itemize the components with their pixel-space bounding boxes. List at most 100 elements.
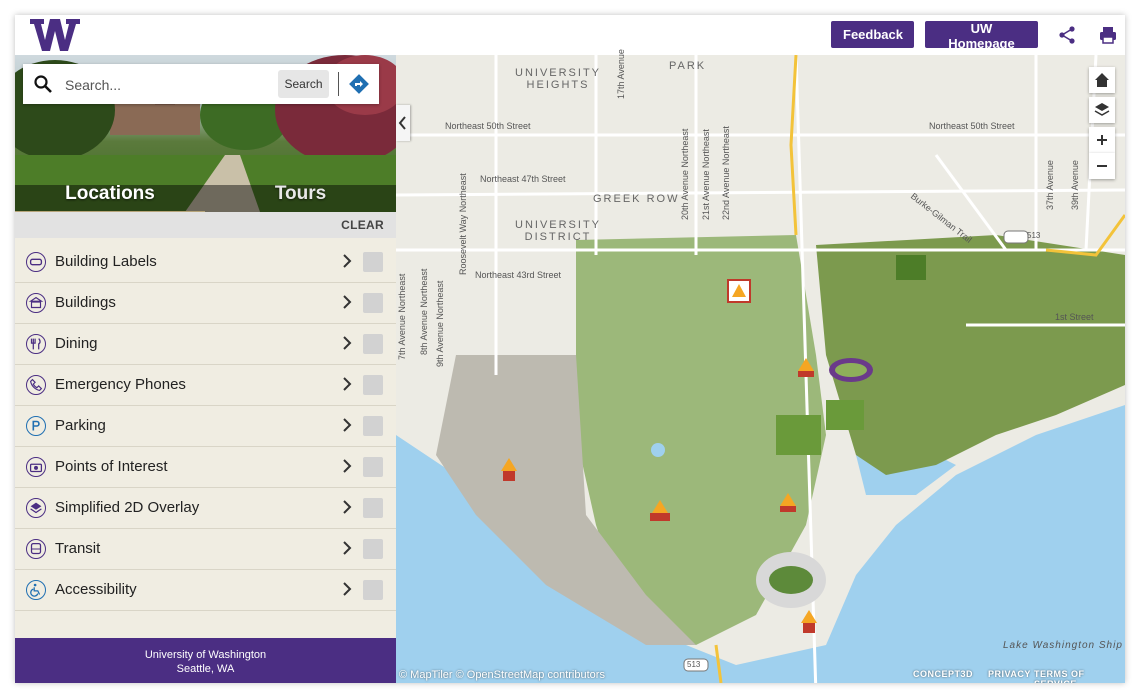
label-icon <box>26 252 46 272</box>
category-label: Transit <box>55 540 101 557</box>
sidebar-panel: Search Locations Tours CLEAR Building La… <box>15 55 396 683</box>
map-label-greek-row: GREEK ROW <box>593 193 680 205</box>
layers-icon <box>1094 103 1110 116</box>
map-attribution[interactable]: © MapTiler © OpenStreetMap contributors <box>399 669 605 681</box>
collapse-panel-button[interactable] <box>396 105 410 141</box>
building-icon <box>26 293 46 313</box>
category-label: Dining <box>55 335 98 352</box>
category-dining[interactable]: Dining <box>15 324 396 365</box>
chevron-right-icon[interactable] <box>341 416 353 434</box>
map-label-ave8: 8th Avenue Northeast <box>419 268 429 355</box>
phone-icon <box>26 375 46 395</box>
category-checkbox[interactable] <box>363 375 383 395</box>
category-transit[interactable]: Transit <box>15 529 396 570</box>
tab-locations[interactable]: Locations <box>15 183 205 212</box>
map-marker[interactable] <box>727 279 751 303</box>
map-label-roosevelt: Roosevelt Way Northeast <box>458 173 468 275</box>
category-building-labels[interactable]: Building Labels <box>15 242 396 283</box>
home-view-button[interactable] <box>1089 67 1115 93</box>
clear-button[interactable]: CLEAR <box>341 218 384 232</box>
layers-button[interactable] <box>1089 97 1115 123</box>
overlay-icon <box>26 498 46 518</box>
sidebar-footer: University of Washington Seattle, WA <box>15 638 396 683</box>
print-icon[interactable] <box>1098 25 1118 45</box>
concept3d-logo[interactable]: CONCEPT3D <box>913 669 973 679</box>
chevron-right-icon[interactable] <box>341 293 353 311</box>
category-checkbox[interactable] <box>363 580 383 600</box>
category-buildings[interactable]: Buildings <box>15 283 396 324</box>
terms-link[interactable]: TERMS OF SERVICE <box>1034 669 1125 683</box>
map-canvas[interactable] <box>396 55 1125 683</box>
map-label-ave37: 37th Avenue <box>1045 160 1055 210</box>
map-label-lake: Lake Washington Ship <box>1003 640 1123 651</box>
zoom-out-button[interactable] <box>1089 153 1115 179</box>
map-label-ne47: Northeast 47th Street <box>480 174 566 184</box>
chevron-right-icon[interactable] <box>341 539 353 557</box>
app-window: Feedback UW Homepage Search... Search Lo… <box>15 15 1125 683</box>
category-label: Building Labels <box>55 253 157 270</box>
map-label-ave20: 20th Avenue Northeast <box>680 128 690 220</box>
home-icon <box>1095 73 1109 87</box>
search-button[interactable]: Search <box>278 70 329 98</box>
chevron-right-icon[interactable] <box>341 498 353 516</box>
chevron-left-icon <box>398 116 406 130</box>
category-checkbox[interactable] <box>363 252 383 272</box>
uw-logo[interactable] <box>29 17 81 53</box>
map-label-university-heights: UNIVERSITY HEIGHTS <box>515 67 602 91</box>
search-icon <box>34 75 52 93</box>
chevron-right-icon[interactable] <box>341 252 353 270</box>
privacy-link[interactable]: PRIVACY <box>988 669 1031 679</box>
chevron-right-icon[interactable] <box>341 375 353 393</box>
feedback-button[interactable]: Feedback <box>831 21 914 48</box>
parking-icon <box>26 416 46 436</box>
share-icon[interactable] <box>1057 25 1077 45</box>
category-label: Parking <box>55 417 106 434</box>
map-label-ne50-right: Northeast 50th Street <box>929 121 1015 131</box>
category-label: Points of Interest <box>55 458 168 475</box>
category-checkbox[interactable] <box>363 457 383 477</box>
map-label-ave21: 21st Avenue Northeast <box>701 129 711 220</box>
category-label: Buildings <box>55 294 116 311</box>
directions-icon[interactable] <box>348 73 370 95</box>
route-513-label: 513 <box>687 660 701 669</box>
clear-row: CLEAR <box>15 212 396 238</box>
minus-icon <box>1097 165 1107 167</box>
category-label: Simplified 2D Overlay <box>55 499 200 516</box>
category-emergency-phones[interactable]: Emergency Phones <box>15 365 396 406</box>
search-input[interactable] <box>63 72 277 98</box>
footer-line2: Seattle, WA <box>176 663 235 675</box>
zoom-in-button[interactable] <box>1089 127 1115 153</box>
uw-homepage-button[interactable]: UW Homepage <box>925 21 1038 51</box>
map-label-university-district: UNIVERSITY DISTRICT <box>515 219 602 243</box>
route-513-label: 513 <box>1027 231 1041 240</box>
category-parking[interactable]: Parking <box>15 406 396 447</box>
dining-icon <box>26 334 46 354</box>
tab-tours[interactable]: Tours <box>205 183 396 211</box>
chevron-right-icon[interactable] <box>341 457 353 475</box>
category-checkbox[interactable] <box>363 416 383 436</box>
category-simplified-2d-overlay[interactable]: Simplified 2D Overlay <box>15 488 396 529</box>
category-label: Accessibility <box>55 581 137 598</box>
category-points-of-interest[interactable]: Points of Interest <box>15 447 396 488</box>
map-label-first-street: 1st Street <box>1055 312 1094 322</box>
category-label: Emergency Phones <box>55 376 186 393</box>
category-accessibility[interactable]: Accessibility <box>15 570 396 611</box>
map-label-ave22: 22nd Avenue Northeast <box>721 126 731 220</box>
top-header: Feedback UW Homepage <box>15 15 1125 55</box>
category-checkbox[interactable] <box>363 498 383 518</box>
map-label-park: PARK <box>669 60 707 72</box>
campus-map[interactable] <box>396 55 1125 683</box>
category-checkbox[interactable] <box>363 334 383 354</box>
map-label-ave9: 9th Avenue Northeast <box>435 280 445 367</box>
category-list: Building Labels Buildings Dining Emergen… <box>15 242 396 611</box>
accessibility-icon <box>26 580 46 600</box>
chevron-right-icon[interactable] <box>341 334 353 352</box>
search-bar: Search <box>23 64 379 104</box>
category-checkbox[interactable] <box>363 293 383 313</box>
category-checkbox[interactable] <box>363 539 383 559</box>
plus-icon <box>1097 135 1107 145</box>
map-label-ne43: Northeast 43rd Street <box>475 270 562 280</box>
chevron-right-icon[interactable] <box>341 580 353 598</box>
bus-icon <box>26 539 46 559</box>
map-label-ave17: 17th Avenue <box>616 49 626 99</box>
